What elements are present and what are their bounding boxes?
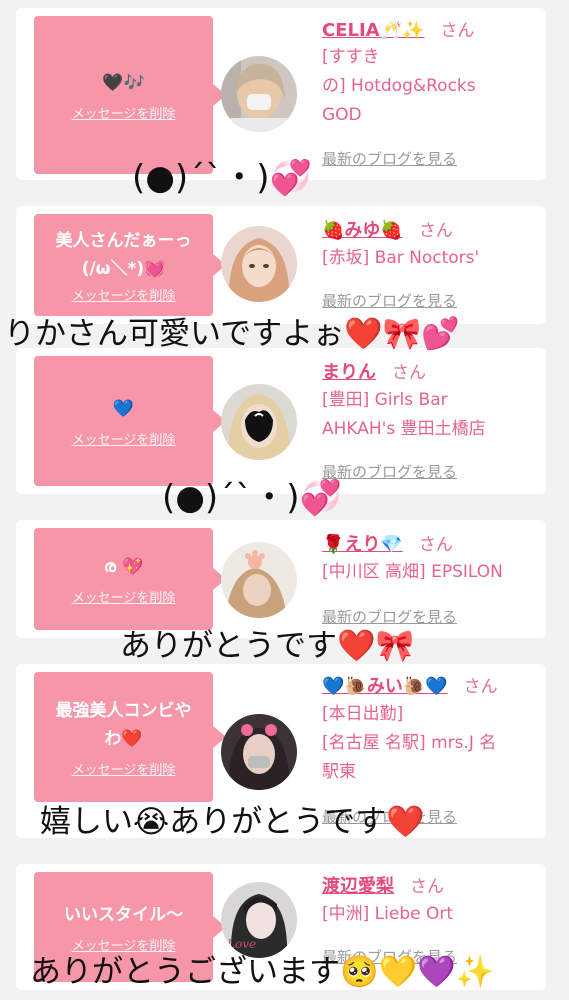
shop-line: [本日出勤] xyxy=(322,704,404,724)
sender-name[interactable]: まりん xyxy=(322,362,376,383)
honorific: さん xyxy=(410,877,444,897)
message-bubble: ര 💖 メッセージを削除 xyxy=(34,528,226,630)
shop-line: [中川区 高畑] EPSILON xyxy=(322,562,503,582)
message-bubble: 最強美人コンビや わ❤️ メッセージを削除 xyxy=(34,672,226,802)
message-text-line: 美人さんだぁーっ xyxy=(55,230,192,251)
overlay-reply-text: りかさん可愛いですよぉ❤️🎀💕 xyxy=(4,316,460,352)
latest-blog-link[interactable]: 最新のブログを見る xyxy=(322,148,457,169)
message-text: 最強美人コンビや わ❤️ xyxy=(46,697,202,753)
sender-info: CELIA🥂✨ さん [すすき の] Hotdog&Rocks GOD xyxy=(322,16,537,130)
shop-line: の] Hotdog&Rocks xyxy=(322,76,476,96)
message-text-line: わ❤️ xyxy=(104,728,143,749)
sender-info: 渡辺愛梨 さん [中洲] Liebe Ort xyxy=(322,872,537,929)
shop-info: [中川区 高畑] EPSILON xyxy=(322,558,537,587)
shop-line: GOD xyxy=(322,105,362,125)
overlay-reply-text: ありがとうございます🥺💛💜✨ xyxy=(30,954,495,990)
shop-line: [豊田] Girls Bar xyxy=(322,390,448,410)
honorific: さん xyxy=(418,535,453,555)
message-text-line: 最強美人コンビや xyxy=(55,700,192,721)
sender-name[interactable]: 💙🐌みい🐌💙 xyxy=(322,676,448,697)
delete-message-link[interactable]: メッセージを削除 xyxy=(72,759,176,778)
shop-info: [豊田] Girls Bar AHKAH's 豊田土橋店 xyxy=(322,386,537,444)
shop-line: 駅東 xyxy=(322,762,356,782)
delete-message-link[interactable]: メッセージを削除 xyxy=(72,429,176,448)
sender-name[interactable]: CELIA🥂✨ xyxy=(322,20,424,41)
honorific: さん xyxy=(418,221,453,241)
shop-info: [赤坂] Bar Noctors' xyxy=(322,244,537,273)
honorific: さん xyxy=(392,363,426,383)
avatar[interactable] xyxy=(221,384,297,460)
sender-info: まりん さん [豊田] Girls Bar AHKAH's 豊田土橋店 xyxy=(322,358,537,444)
overlay-reply-text: ありがとうです❤️🎀 xyxy=(120,628,415,664)
message-text: 美人さんだぁーっ (/ω＼*)💓 xyxy=(46,227,202,283)
overlay-reply-text: 嬉しい😭ありがとうです❤️ xyxy=(40,804,425,840)
message-text: ര 💖 xyxy=(103,556,144,577)
delete-message-link[interactable]: メッセージを削除 xyxy=(72,103,176,122)
shop-line: [すすき xyxy=(322,47,380,67)
delete-message-link[interactable]: メッセージを削除 xyxy=(72,587,176,606)
avatar[interactable] xyxy=(221,714,297,790)
message-card: 美人さんだぁーっ (/ω＼*)💓 メッセージを削除 🍓みゆ🍓 さん [赤坂] Ba… xyxy=(16,206,546,324)
sender-name[interactable]: 🌹えり💎 xyxy=(322,534,403,555)
shop-line: [中洲] Liebe Ort xyxy=(322,904,454,924)
overlay-reply-text: (●)´`・)💞 xyxy=(132,158,312,198)
shop-info: [すすき の] Hotdog&Rocks GOD xyxy=(322,43,537,130)
sender-name[interactable]: 🍓みゆ🍓 xyxy=(322,220,403,241)
latest-blog-link[interactable]: 最新のブログを見る xyxy=(322,461,457,482)
honorific: さん xyxy=(440,21,475,41)
message-bubble: 美人さんだぁーっ (/ω＼*)💓 メッセージを削除 xyxy=(34,214,226,316)
message-text: いいスタイル〜 xyxy=(64,904,183,925)
message-bubble: 💙 メッセージを削除 xyxy=(34,356,226,486)
sender-info: 💙🐌みい🐌💙 さん [本日出勤] [名古屋 名駅] mrs.J 名 駅東 xyxy=(322,672,537,787)
sender-name[interactable]: 渡辺愛梨 xyxy=(322,876,394,897)
message-text-line: (/ω＼*)💓 xyxy=(81,258,166,279)
shop-info: [本日出勤] [名古屋 名駅] mrs.J 名 駅東 xyxy=(322,700,537,787)
shop-line: [名古屋 名駅] mrs.J 名 xyxy=(322,733,497,753)
message-text: 🖤🎶 xyxy=(102,72,145,93)
honorific: さん xyxy=(463,677,498,697)
shop-line: AHKAH's 豊田土橋店 xyxy=(322,419,486,439)
shop-info: [中洲] Liebe Ort xyxy=(322,900,537,929)
delete-message-link[interactable]: メッセージを削除 xyxy=(72,285,176,304)
sender-info: 🌹えり💎 さん [中川区 高畑] EPSILON xyxy=(322,530,537,587)
shop-line: [赤坂] Bar Noctors' xyxy=(322,248,480,268)
avatar[interactable] xyxy=(221,56,297,132)
sender-info: 🍓みゆ🍓 さん [赤坂] Bar Noctors' xyxy=(322,216,537,273)
overlay-reply-text: (●)´`・)💞 xyxy=(162,478,342,518)
avatar[interactable] xyxy=(221,226,297,302)
message-text: 💙 xyxy=(112,398,135,419)
avatar[interactable] xyxy=(221,542,297,618)
